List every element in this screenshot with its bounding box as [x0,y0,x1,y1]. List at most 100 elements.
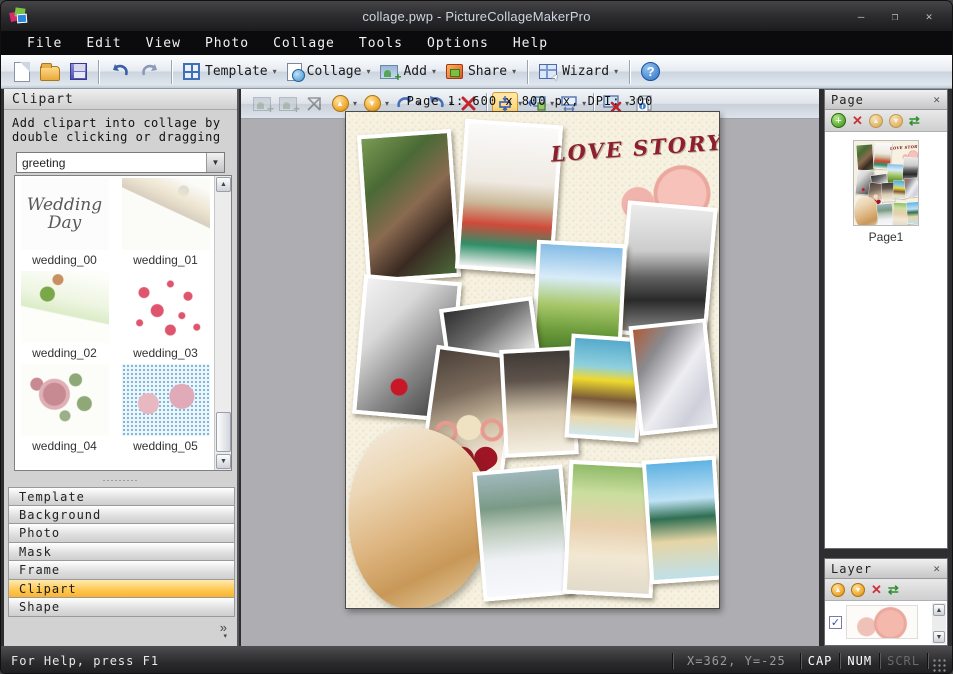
scrollbar-thumb[interactable] [216,412,231,452]
collage-page-icon [287,63,302,81]
clipart-list: WeddingDay wedding_00 wedding_01 wedding_02… [14,175,232,471]
workspace: Clipart Add clipart into collage by doub… [1,89,952,646]
menu-options[interactable]: Options [415,34,501,53]
undo-button[interactable] [105,58,135,86]
redo-button[interactable] [135,58,165,86]
page-thumbnail[interactable]: LOVE STORY❤ [853,140,919,226]
accordion-overflow-button[interactable]: » ▾ [8,622,235,646]
menu-help[interactable]: Help [501,34,560,53]
clipart-thumb-wedding_01[interactable] [122,178,210,250]
layer-item[interactable]: ✓ [825,601,947,639]
clipart-category-dropdown[interactable]: greeting ▼ [16,152,225,173]
clipart-label: wedding_04 [32,439,97,453]
scroll-up-icon[interactable]: ▲ [216,177,231,192]
help-button[interactable]: ? [636,58,665,86]
share-button[interactable]: Share ▾ [441,58,521,86]
open-folder-icon [40,66,60,81]
resize-grip[interactable] [932,658,946,672]
title-bar: collage.pwp - PictureCollageMakerPro – ❐… [1,1,952,31]
collage-element-bride-column[interactable] [904,177,919,198]
menu-view[interactable]: View [134,34,193,53]
menu-file[interactable]: File [15,34,74,53]
collage-element-kiss-couple[interactable] [357,129,461,283]
clipart-item-wedding_00[interactable]: WeddingDay wedding_00 [17,178,112,267]
clipart-label: wedding_02 [32,346,97,360]
accordion-item-shape[interactable]: Shape [8,598,235,617]
clipart-item-wedding_02[interactable]: wedding_02 [17,271,112,360]
clipart-label: wedding_00 [32,253,97,267]
delete-page-button[interactable]: ✕ [852,114,863,128]
share-caret-icon: ▾ [512,67,516,76]
wizard-caret-icon: ▾ [614,67,618,76]
clipart-panel-title: Clipart [4,89,237,110]
main-toolbar: Template ▾ Collage ▾ Add ▾ Share ▾ Wizar… [1,55,952,89]
layer-scroll-down-icon[interactable]: ▼ [933,631,945,643]
menu-photo[interactable]: Photo [193,34,261,53]
collage-element-beach-walk[interactable] [642,456,720,585]
collage-element-kiss-couple[interactable] [856,144,874,171]
accordion-item-template[interactable]: Template [8,487,235,506]
layer-down-button[interactable]: ▼ [851,583,865,597]
collage-element-beach-walk[interactable] [906,201,919,224]
layer-scrollbar[interactable]: ▲ ▼ [932,603,946,644]
collage-element-beach-cliff-kiss[interactable] [473,464,574,601]
new-document-icon [14,62,30,82]
move-page-down-button[interactable]: ▼ [889,114,903,128]
accordion-item-photo[interactable]: Photo [8,524,235,543]
accordion-item-mask[interactable]: Mask [8,543,235,562]
accordion-item-background[interactable]: Background [8,506,235,525]
app-window: collage.pwp - PictureCollageMakerPro – ❐… [0,0,953,674]
move-page-up-button[interactable]: ▲ [869,114,883,128]
menu-collage[interactable]: Collage [261,34,347,53]
panel-splitter-handle[interactable]: ········· [4,477,237,485]
accordion-item-frame[interactable]: Frame [8,561,235,580]
template-caret-icon: ▾ [273,67,277,76]
clipart-label: wedding_05 [133,439,198,453]
add-button[interactable]: Add ▾ [375,58,441,86]
clipart-item-wedding_01[interactable]: wedding_01 [118,178,213,267]
new-button[interactable] [9,58,35,86]
clipart-scrollbar[interactable]: ▲ ▼ [214,176,231,470]
template-button[interactable]: Template ▾ [178,58,282,86]
clipart-label: wedding_03 [133,346,198,360]
clipart-thumb-wedding_03[interactable] [122,271,210,343]
maximize-button[interactable]: ❐ [884,9,906,24]
menu-tools[interactable]: Tools [347,34,415,53]
layer-panel-title: Layer [831,562,872,576]
add-page-button[interactable]: + [831,113,846,128]
clipart-item-wedding_03[interactable]: wedding_03 [118,271,213,360]
delete-layer-button[interactable]: ✕ [871,583,882,597]
close-button[interactable]: ✕ [918,9,940,24]
save-button[interactable] [65,58,92,86]
clipart-thumb-wedding_05[interactable] [122,364,210,436]
dropdown-arrow-icon[interactable]: ▼ [206,153,224,172]
menu-edit[interactable]: Edit [74,34,133,53]
layer-panel-close-icon[interactable]: ✕ [933,562,941,575]
refresh-pages-icon[interactable]: ⇄ [909,114,918,128]
open-button[interactable] [35,58,65,86]
right-dock: Page ✕ + ✕ ▲ ▼ ⇄ LOVE STORY❤ Page1 Layer [819,89,953,646]
clipart-thumb-wedding_00[interactable]: WeddingDay [21,178,109,250]
clipart-thumb-wedding_02[interactable] [21,271,109,343]
collage-element-bride-column[interactable] [628,318,717,436]
clipart-item-wedding_05[interactable]: wedding_05 [118,364,213,453]
clipart-description: Add clipart into collage by double click… [4,110,237,148]
scroll-down-icon[interactable]: ▼ [216,454,231,469]
layer-up-button[interactable]: ▲ [831,583,845,597]
layer-visibility-checkbox[interactable]: ✓ [829,616,842,629]
clipart-thumb-wedding_04[interactable] [21,364,109,436]
collage-button[interactable]: Collage ▾ [282,58,376,86]
menu-bar: File Edit View Photo Collage Tools Optio… [1,31,952,55]
refresh-layers-icon[interactable]: ⇄ [888,583,897,597]
clipart-item-wedding_04[interactable]: wedding_04 [17,364,112,453]
wizard-button[interactable]: Wizard ▾ [534,58,623,86]
layer-scroll-up-icon[interactable]: ▲ [933,604,945,616]
window-title: collage.pwp - PictureCollageMakerPro [1,9,952,24]
page-panel-close-icon[interactable]: ✕ [933,93,941,106]
minimize-button[interactable]: – [850,9,872,24]
collage-page[interactable]: LOVE STORY❤ [345,111,720,609]
page-panel: Page ✕ + ✕ ▲ ▼ ⇄ LOVE STORY❤ Page1 [824,89,948,549]
accordion-item-clipart[interactable]: Clipart [8,580,235,599]
scroll-lock-indicator: SCRL [880,654,927,668]
undo-icon [110,63,130,81]
